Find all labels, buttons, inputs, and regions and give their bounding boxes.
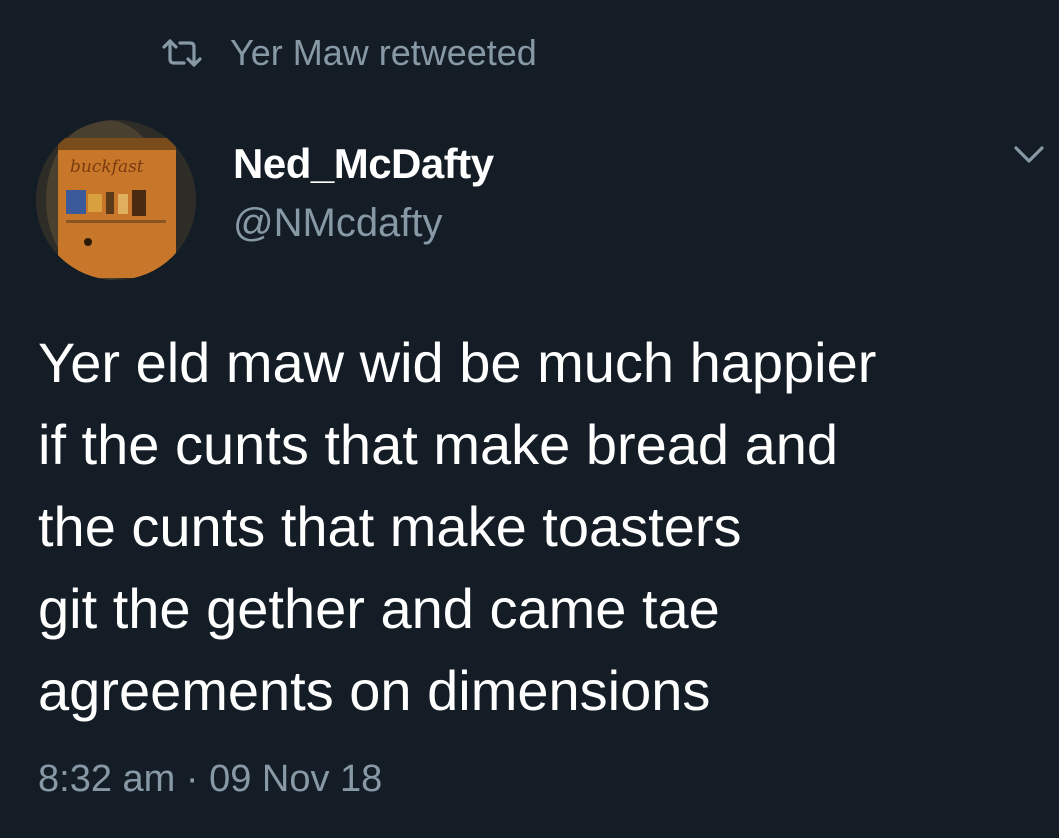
tweet-text-line: agreements on dimensions [38, 659, 711, 722]
avatar[interactable]: buckfast [36, 120, 196, 280]
chevron-down-icon[interactable] [1012, 142, 1046, 168]
tweet-timestamp[interactable]: 8:32 am · 09 Nov 18 [38, 758, 382, 801]
tweet-text-line: Yer eld maw wid be much happier [38, 331, 877, 394]
tweet-text-line: git the gether and came tae [38, 577, 720, 640]
tweet-text-line: if the cunts that make bread and [38, 413, 839, 476]
retweet-label: Yer Maw retweeted [230, 32, 537, 73]
tweet-text: Yer eld maw wid be much happier if the c… [38, 322, 1048, 732]
avatar-label: buckfast [70, 157, 144, 177]
author-handle[interactable]: @NMcdafty [233, 201, 443, 246]
retweet-context[interactable]: Yer Maw retweeted [160, 30, 537, 76]
tweet-card[interactable]: Yer Maw retweeted buckfast Ned_McDafty @… [0, 0, 1059, 838]
retweet-icon [162, 39, 202, 67]
tweet-text-line: the cunts that make toasters [38, 495, 742, 558]
avatar-image: buckfast [36, 120, 196, 280]
author-display-name[interactable]: Ned_McDafty [233, 140, 494, 188]
